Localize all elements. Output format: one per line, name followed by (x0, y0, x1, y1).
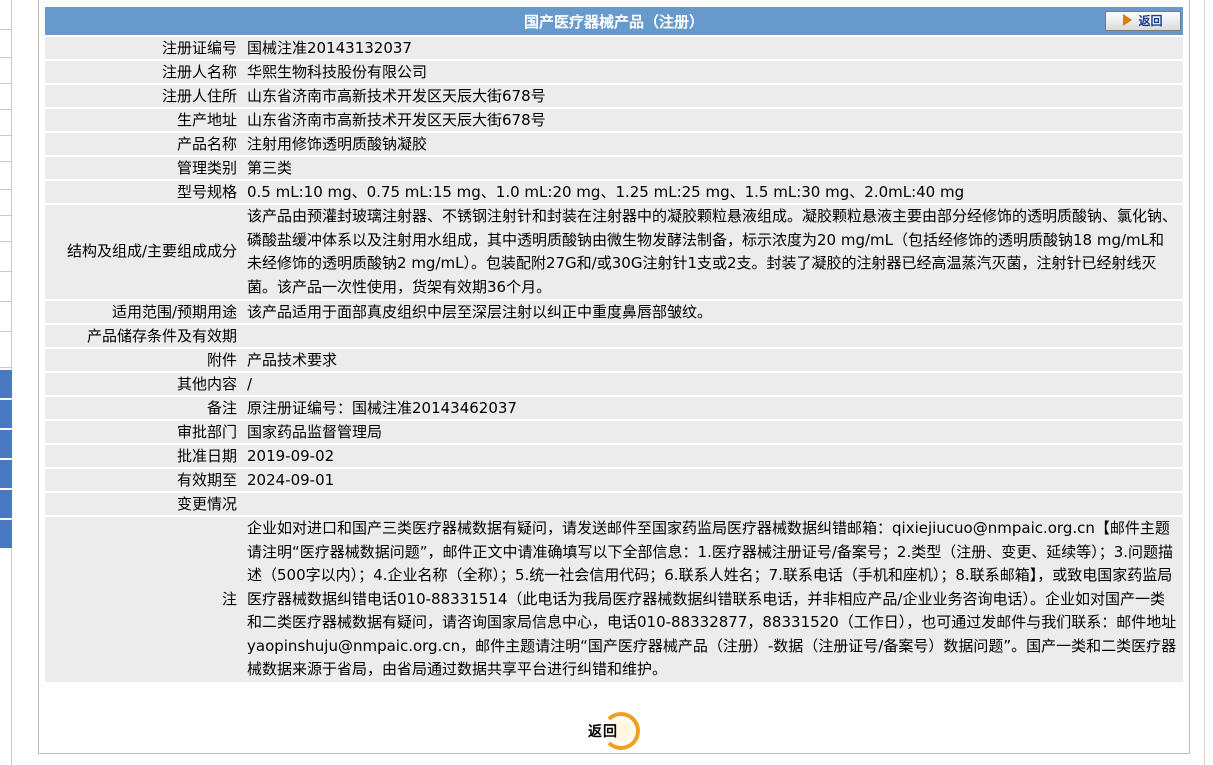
left-strip-cell (0, 272, 12, 302)
row-label: 注册人住所 (45, 85, 243, 107)
table-row: 生产地址 山东省济南市高新技术开发区天辰大街678号 (45, 109, 1183, 131)
table-row: 型号规格 0.5 mL:10 mg、0.75 mL:15 mg、1.0 mL:20… (45, 181, 1183, 203)
row-value: 原注册证编号：国械注准20143462037 (243, 397, 1183, 419)
left-strip-nav-item[interactable] (0, 430, 12, 459)
left-strip-cell (0, 58, 12, 84)
left-strip-nav-item[interactable] (0, 460, 12, 489)
table-row: 适用范围/预期用途 该产品适用于面部真皮组织中层至深层注射以纠正中重度鼻唇部皱纹。 (45, 301, 1183, 323)
table-row: 变更情况 (45, 493, 1183, 515)
page-title-cell: 国产医疗器械产品（注册） 返回 (45, 7, 1183, 35)
row-value (243, 493, 1183, 515)
table-row: 产品名称 注射用修饰透明质酸钠凝胶 (45, 133, 1183, 155)
left-strip-cell (0, 242, 12, 272)
left-strip-cell (0, 0, 12, 30)
row-label: 型号规格 (45, 181, 243, 203)
back-button-bottom[interactable]: 返回 (584, 712, 642, 750)
row-label: 产品储存条件及有效期 (45, 325, 243, 347)
arrow-right-icon (1123, 14, 1133, 26)
row-label: 产品名称 (45, 133, 243, 155)
table-row: 注册证编号 国械注准20143132037 (45, 37, 1183, 59)
row-label: 变更情况 (45, 493, 243, 515)
left-strip-nav-item[interactable] (0, 400, 12, 429)
note-row: 注企业如对进口和国产三类医疗器械数据有疑问，请发送邮件至国家药监局医疗器械数据纠… (45, 517, 1183, 682)
table-row: 注册人住所 山东省济南市高新技术开发区天辰大街678号 (45, 85, 1183, 107)
row-label: 结构及组成/主要组成成分 (45, 205, 243, 299)
note-text: 企业如对进口和国产三类医疗器械数据有疑问，请发送邮件至国家药监局医疗器械数据纠错… (243, 517, 1183, 682)
row-value: 0.5 mL:10 mg、0.75 mL:15 mg、1.0 mL:20 mg、… (243, 181, 1183, 203)
row-value: 国家药品监督管理局 (243, 421, 1183, 443)
left-strip-cell (0, 332, 12, 368)
back-button-top[interactable]: 返回 (1105, 11, 1181, 31)
left-strip-nav-item[interactable] (0, 520, 12, 549)
left-strip-cell (0, 110, 12, 136)
row-value: 国械注准20143132037 (243, 37, 1183, 59)
left-strip-nav-item[interactable] (0, 370, 12, 399)
table-row: 备注 原注册证编号：国械注准20143462037 (45, 397, 1183, 419)
table-row: 审批部门 国家药品监督管理局 (45, 421, 1183, 443)
left-strip-cell (0, 84, 12, 110)
row-value: 2019-09-02 (243, 445, 1183, 467)
row-value: 产品技术要求 (243, 349, 1183, 371)
left-strip-cell (0, 136, 12, 162)
back-button-label: 返回 (1138, 14, 1163, 28)
table-row: 有效期至 2024-09-01 (45, 469, 1183, 491)
row-label: 注册证编号 (45, 37, 243, 59)
row-value (243, 325, 1183, 347)
row-value: 山东省济南市高新技术开发区天辰大街678号 (243, 109, 1183, 131)
row-value: 2024-09-01 (243, 469, 1183, 491)
left-strip-cell (0, 190, 12, 216)
row-label: 管理类别 (45, 157, 243, 179)
row-value: / (243, 373, 1183, 395)
row-value: 山东省济南市高新技术开发区天辰大街678号 (243, 85, 1183, 107)
row-value: 华熙生物科技股份有限公司 (243, 61, 1183, 83)
table-header-row: 国产医疗器械产品（注册） 返回 (45, 7, 1183, 35)
row-label: 注册人名称 (45, 61, 243, 83)
row-label: 有效期至 (45, 469, 243, 491)
row-value: 第三类 (243, 157, 1183, 179)
left-strip-cell (0, 162, 12, 190)
page-title: 国产医疗器械产品（注册） (523, 12, 704, 31)
row-label: 审批部门 (45, 421, 243, 443)
note-label: 注 (45, 517, 243, 682)
left-strip-cell (0, 30, 12, 58)
row-label: 生产地址 (45, 109, 243, 131)
left-strip-cell (0, 216, 12, 242)
product-detail-table: 国产医疗器械产品（注册） 返回 注册证编号 国械注准20143132037 注册人名… (45, 5, 1183, 684)
row-label: 批准日期 (45, 445, 243, 467)
table-row: 注册人名称 华熙生物科技股份有限公司 (45, 61, 1183, 83)
row-label: 附件 (45, 349, 243, 371)
table-row: 批准日期 2019-09-02 (45, 445, 1183, 467)
scrollbar-edge (1204, 0, 1213, 765)
left-frame-strip (0, 0, 12, 765)
table-row: 附件 产品技术要求 (45, 349, 1183, 371)
row-label: 备注 (45, 397, 243, 419)
left-strip-nav-item[interactable] (0, 490, 12, 519)
back-button-bottom-label: 返回 (588, 724, 618, 740)
table-row: 其他内容 / (45, 373, 1183, 395)
table-row: 结构及组成/主要组成成分 该产品由预灌封玻璃注射器、不锈钢注射针和封装在注射器中的… (45, 205, 1183, 299)
row-value: 该产品由预灌封玻璃注射器、不锈钢注射针和封装在注射器中的凝胶颗粒悬液组成。凝胶颗… (243, 205, 1183, 299)
row-value: 注射用修饰透明质酸钠凝胶 (243, 133, 1183, 155)
row-label: 其他内容 (45, 373, 243, 395)
left-strip-cell (0, 302, 12, 332)
row-label: 适用范围/预期用途 (45, 301, 243, 323)
row-value: 该产品适用于面部真皮组织中层至深层注射以纠正中重度鼻唇部皱纹。 (243, 301, 1183, 323)
table-row: 产品储存条件及有效期 (45, 325, 1183, 347)
table-row: 管理类别 第三类 (45, 157, 1183, 179)
